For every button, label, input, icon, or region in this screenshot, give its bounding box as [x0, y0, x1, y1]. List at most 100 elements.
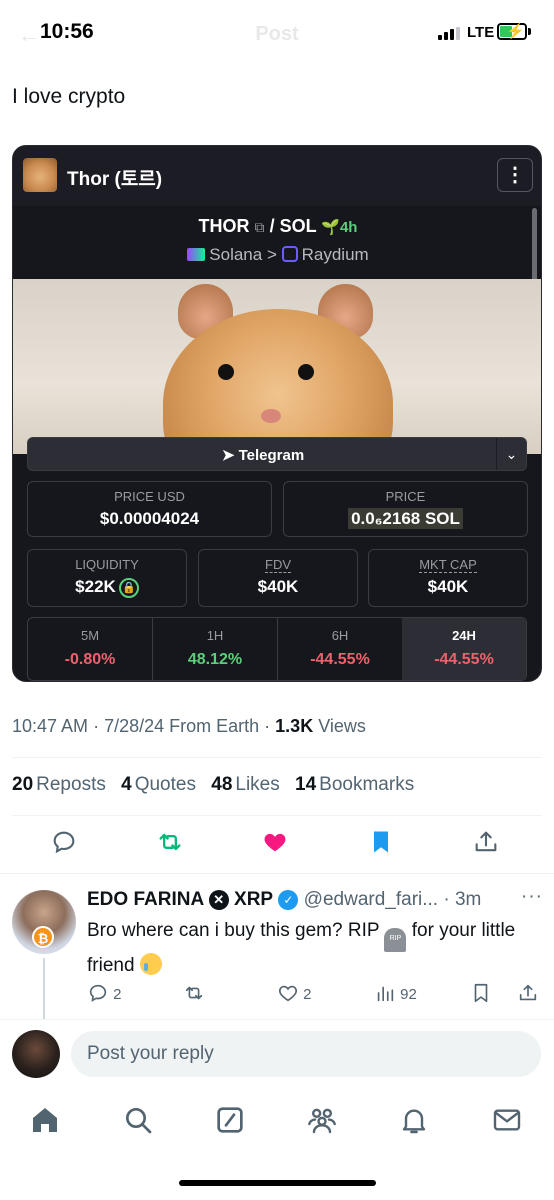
like-icon	[264, 833, 286, 852]
bookmark-icon	[474, 983, 488, 1003]
home-icon	[33, 1108, 57, 1132]
chevron-down-icon: ⌄	[496, 438, 526, 470]
pair-quote: / SOL	[269, 216, 317, 236]
bookmark-icon	[374, 831, 388, 853]
copy-icon: ⧉	[254, 219, 265, 235]
telegram-icon: ➤	[221, 447, 239, 464]
reply-text: Bro where can i buy this gem? RIP RIP fo…	[87, 920, 516, 976]
stat-value: $40K	[257, 577, 299, 596]
telegram-label: ➤ Telegram	[221, 447, 305, 464]
token-name: Thor (토르)	[67, 169, 163, 190]
grok-icon	[217, 1107, 243, 1133]
post-source: From Earth	[169, 716, 260, 736]
change-1h: 1H 48.12%	[153, 618, 278, 680]
like-icon	[278, 985, 298, 1002]
views-icon	[377, 986, 394, 1002]
mkt-cap-box: MKT CAP $40K	[368, 549, 528, 607]
change-6h: 6H -44.55%	[278, 618, 403, 680]
divider	[0, 1019, 554, 1020]
stat-value: $40K	[427, 577, 469, 596]
token-header: Thor (토르) ⋮	[13, 146, 541, 206]
tab-home[interactable]	[29, 1104, 63, 1138]
post-text: I love crypto	[12, 85, 126, 108]
more-options-icon[interactable]: ···	[521, 886, 543, 908]
tab-notifications[interactable]	[398, 1104, 432, 1138]
engagement-counts: 20 Reposts 4 Quotes 48 Likes 14 Bookmarks	[12, 774, 424, 796]
status-bar: ← 10:56 Post LTE ⚡	[0, 0, 554, 66]
crying-face-emoji	[139, 953, 162, 975]
chain-separator: >	[266, 245, 277, 264]
price-box: PRICE 0.0₆2168 SOL	[283, 481, 528, 537]
post-image[interactable]: Thor (토르) ⋮ THOR ⧉ / SOL 🌱4h Solana > Ra…	[12, 145, 542, 682]
liquidity-box: LIQUIDITY $22K 🔒	[27, 549, 187, 607]
tab-search[interactable]	[122, 1104, 156, 1138]
stat-label: PRICE	[385, 489, 426, 504]
tab-communities[interactable]	[306, 1104, 340, 1138]
stat-label: LIQUIDITY	[75, 557, 139, 572]
reply-icon	[89, 984, 107, 1002]
bookmark-button[interactable]	[367, 828, 407, 868]
tab-messages[interactable]	[491, 1104, 525, 1138]
divider	[12, 757, 542, 758]
share-button[interactable]	[472, 828, 512, 868]
stat-value: $0.00004024	[99, 509, 200, 528]
stat-label: PRICE USD	[114, 489, 185, 504]
repost-icon	[185, 986, 203, 1000]
battery-tip	[528, 28, 531, 35]
likes-link[interactable]: 48 Likes	[211, 774, 280, 795]
reply-like-button[interactable]: 2	[277, 982, 312, 1008]
tab-grok[interactable]	[214, 1104, 248, 1138]
reply-author-name[interactable]: EDO FARINA ✕ XRP	[87, 889, 273, 910]
my-avatar[interactable]	[12, 1030, 60, 1078]
communities-icon	[308, 1108, 336, 1134]
stat-value: $22K 🔒	[28, 577, 186, 598]
reply-input[interactable]	[71, 1031, 541, 1077]
messages-icon	[493, 1109, 521, 1131]
share-icon	[475, 831, 497, 852]
x-icon: ✕	[208, 890, 229, 910]
seedling-icon: 🌱	[321, 219, 340, 236]
reply-bookmark-button[interactable]	[470, 982, 492, 1008]
reply-handle: @edward_fari...	[303, 889, 439, 910]
stat-label: MKT CAP	[419, 557, 477, 573]
quotes-link[interactable]: 4 Quotes	[121, 774, 196, 795]
bookmarks-link[interactable]: 14 Bookmarks	[295, 774, 414, 795]
price-changes: 5M -0.80% 1H 48.12% 6H -44.55% 24H -44.5…	[27, 617, 527, 681]
verified-icon: ✓	[278, 890, 299, 910]
signal-icon	[438, 27, 460, 40]
repost-icon	[159, 833, 181, 851]
views-count: 1.3K	[275, 716, 314, 736]
reply-share-button[interactable]	[517, 982, 539, 1008]
thread-line	[43, 958, 45, 1020]
bitcoin-icon: ₿	[32, 926, 54, 948]
price-usd-box: PRICE USD $0.00004024	[27, 481, 272, 537]
pair-base: THOR	[198, 216, 250, 236]
solana-icon	[187, 248, 206, 261]
home-indicator	[179, 1180, 376, 1186]
reply-repost-button[interactable]	[183, 982, 205, 1008]
headstone-emoji: RIP	[384, 928, 407, 952]
reply-views-button[interactable]: 92	[374, 982, 417, 1008]
post-time: 10:47 AM	[12, 716, 89, 736]
battery-icon: ⚡	[497, 23, 527, 40]
tab-bar	[0, 1096, 554, 1156]
reply-reply-button[interactable]: 2	[87, 982, 122, 1008]
reposts-link[interactable]: 20 Reposts	[12, 774, 106, 795]
stat-label: FDV	[265, 557, 291, 573]
reply-header: EDO FARINA ✕ XRP ✓ @edward_fari... · 3m	[87, 889, 482, 910]
post-date: 7/28/24	[104, 716, 165, 736]
reply-actions: 2 2 92	[87, 982, 547, 1008]
lock-icon: 🔒	[118, 578, 139, 598]
reply-button[interactable]	[50, 828, 90, 868]
notifications-icon	[402, 1109, 426, 1134]
dex-name: Raydium	[301, 245, 369, 264]
post-actions	[0, 828, 554, 868]
like-button[interactable]	[261, 828, 301, 868]
views-label: Views	[318, 716, 366, 736]
share-icon	[519, 984, 537, 1001]
repost-button[interactable]	[156, 828, 196, 868]
reply-icon	[53, 831, 75, 854]
token-avatar	[23, 158, 57, 192]
divider	[0, 873, 554, 874]
divider	[12, 815, 542, 816]
